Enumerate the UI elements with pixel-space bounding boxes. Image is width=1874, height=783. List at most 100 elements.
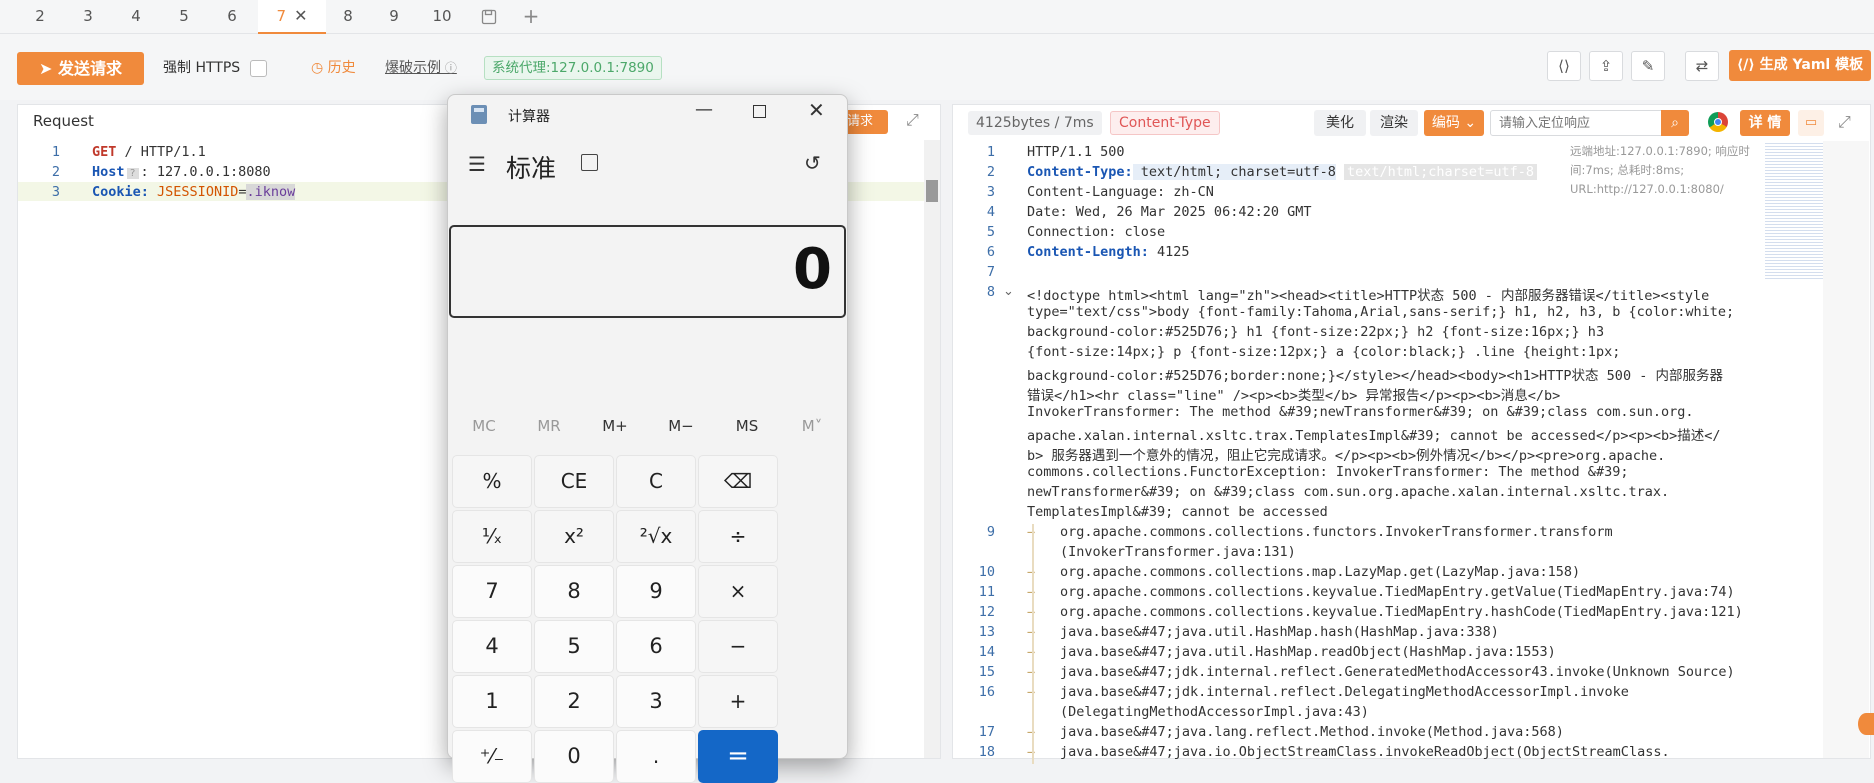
- memory-recall-button[interactable]: MR: [519, 417, 579, 435]
- content-type-badge[interactable]: Content-Type: [1110, 111, 1220, 135]
- line-number: 16: [978, 684, 995, 700]
- line-number: 17: [978, 724, 995, 740]
- digit-4-button[interactable]: 4: [452, 620, 532, 673]
- chevron-down-icon: ⌄: [1459, 115, 1477, 131]
- details-button[interactable]: 详 情: [1740, 110, 1790, 136]
- keep-on-top-icon[interactable]: [581, 154, 598, 171]
- add-tab-icon[interactable]: +: [516, 0, 546, 34]
- response-line: HTTP/1.1 500: [1027, 144, 1125, 160]
- digit-1-button[interactable]: 1: [452, 675, 532, 728]
- tab-4[interactable]: 4: [118, 0, 154, 34]
- html-body-line: apache.xalan.internal.xsltc.trax.Templat…: [1027, 428, 1721, 444]
- close-icon[interactable]: ✕: [294, 6, 307, 25]
- memory-store-button[interactable]: MS: [717, 417, 777, 435]
- minimize-icon[interactable]: —: [695, 99, 713, 120]
- line-number: 18: [978, 744, 995, 760]
- digit-6-button[interactable]: 6: [616, 620, 696, 673]
- tab-7[interactable]: 7 ✕: [258, 0, 326, 34]
- decimal-button[interactable]: .: [616, 730, 696, 783]
- menu-icon[interactable]: ☰: [468, 152, 486, 176]
- locate-response-input[interactable]: [1490, 110, 1662, 136]
- history-link[interactable]: ◷ 历史: [311, 57, 356, 81]
- swap-icon[interactable]: ⇄: [1685, 51, 1719, 81]
- digit-0-button[interactable]: 0: [534, 730, 614, 783]
- square-button[interactable]: x²: [534, 510, 614, 563]
- export-icon[interactable]: ⇪: [1589, 51, 1623, 81]
- backspace-button[interactable]: ⌫: [698, 455, 778, 508]
- line-number: 3: [51, 184, 60, 200]
- digit-9-button[interactable]: 9: [616, 565, 696, 618]
- square-root-button[interactable]: ²√x: [616, 510, 696, 563]
- search-icon[interactable]: ⌕: [1661, 110, 1689, 136]
- html-body-line: InvokerTransformer: The method &#39;newT…: [1027, 404, 1694, 420]
- multiply-button[interactable]: ×: [698, 565, 778, 618]
- tab-6[interactable]: 6: [214, 0, 250, 34]
- html-body-line: commons.collections.FunctorException: In…: [1027, 464, 1629, 480]
- tab-3[interactable]: 3: [70, 0, 106, 34]
- save-icon[interactable]: [474, 0, 504, 34]
- clear-entry-button[interactable]: CE: [534, 455, 614, 508]
- expand-icon[interactable]: ⤢: [1838, 112, 1851, 132]
- stack-trace-line: org.apache.commons.collections.keyvalue.…: [1060, 584, 1735, 600]
- reciprocal-button[interactable]: ¹⁄ₓ: [452, 510, 532, 563]
- expand-icon[interactable]: ⤢: [906, 110, 919, 130]
- response-line: Content-Language: zh-CN: [1027, 184, 1214, 200]
- tab-8[interactable]: 8: [330, 0, 366, 34]
- mascot-icon: [1858, 713, 1874, 735]
- tab-10[interactable]: 10: [424, 0, 460, 34]
- digit-8-button[interactable]: 8: [534, 565, 614, 618]
- request-scrollbar-thumb[interactable]: [926, 180, 938, 202]
- digit-7-button[interactable]: 7: [452, 565, 532, 618]
- response-scrollbar[interactable]: [1823, 141, 1869, 758]
- stack-trace-line-continued: (InvokerTransformer.java:131): [1060, 544, 1296, 560]
- memory-add-button[interactable]: M+: [585, 417, 645, 435]
- html-body-line: background-color:#525D76;border:none;}</…: [1027, 368, 1723, 384]
- clear-button[interactable]: C: [616, 455, 696, 508]
- digit-2-button[interactable]: 2: [534, 675, 614, 728]
- line-number: 1: [51, 144, 60, 160]
- render-button[interactable]: 渲染: [1370, 110, 1418, 136]
- indent-guide: [1032, 524, 1034, 764]
- examples-link[interactable]: 爆破示例 ⓘ: [385, 57, 457, 81]
- chrome-icon[interactable]: [1708, 112, 1728, 132]
- tab-5[interactable]: 5: [166, 0, 202, 34]
- memory-subtract-button[interactable]: M−: [651, 417, 711, 435]
- force-https-checkbox[interactable]: [250, 60, 267, 77]
- equals-button[interactable]: =: [698, 730, 778, 783]
- maximize-icon[interactable]: [753, 105, 766, 118]
- generate-yaml-button[interactable]: ⟨/⟩ 生成 Yaml 模板: [1729, 50, 1871, 81]
- fold-icon[interactable]: ⌄: [1003, 284, 1014, 299]
- add-button[interactable]: +: [698, 675, 778, 728]
- digit-3-button[interactable]: 3: [616, 675, 696, 728]
- line-number: 5: [986, 224, 995, 240]
- line-number: 8: [986, 284, 995, 300]
- minimap[interactable]: [1765, 141, 1823, 281]
- encode-dropdown[interactable]: 编码 ⌄: [1424, 110, 1484, 136]
- negate-button[interactable]: ⁺⁄₋: [452, 730, 532, 783]
- send-request-button[interactable]: ➤ 发送请求: [17, 52, 144, 85]
- request-scrollbar[interactable]: [924, 140, 940, 758]
- share-icon[interactable]: ⟨⟩: [1547, 51, 1581, 81]
- tab-9[interactable]: 9: [376, 0, 412, 34]
- subtract-button[interactable]: −: [698, 620, 778, 673]
- display: 0: [449, 225, 846, 318]
- proxy-badge[interactable]: 系统代理:127.0.0.1:7890: [484, 56, 662, 80]
- history-icon[interactable]: ↺: [804, 151, 821, 175]
- beautify-button[interactable]: 美化: [1314, 110, 1366, 136]
- request-line-3: Cookie: JSESSIONID=.iknow: [92, 184, 296, 200]
- html-body-line: background-color:#525D76;} h1 {font-size…: [1027, 324, 1605, 340]
- stack-trace-line: java.base&#47;jdk.internal.reflect.Gener…: [1060, 664, 1735, 680]
- comment-icon[interactable]: ▭: [1798, 110, 1824, 136]
- edit-icon[interactable]: ✎: [1631, 51, 1665, 81]
- memory-list-button[interactable]: M˅: [782, 417, 842, 435]
- tab-2[interactable]: 2: [22, 0, 58, 34]
- digit-5-button[interactable]: 5: [534, 620, 614, 673]
- line-number: 2: [51, 164, 60, 180]
- divide-button[interactable]: ÷: [698, 510, 778, 563]
- line-number: 1: [986, 144, 995, 160]
- memory-clear-button[interactable]: MC: [454, 417, 514, 435]
- history-label: 历史: [327, 60, 356, 76]
- calculator-window: 计算器 — ✕ ☰ 标准 ↺ 0 MC MR M+ M− MS M˅ % CE C ⌫…: [447, 94, 848, 783]
- close-icon[interactable]: ✕: [808, 98, 825, 122]
- percent-button[interactable]: %: [452, 455, 532, 508]
